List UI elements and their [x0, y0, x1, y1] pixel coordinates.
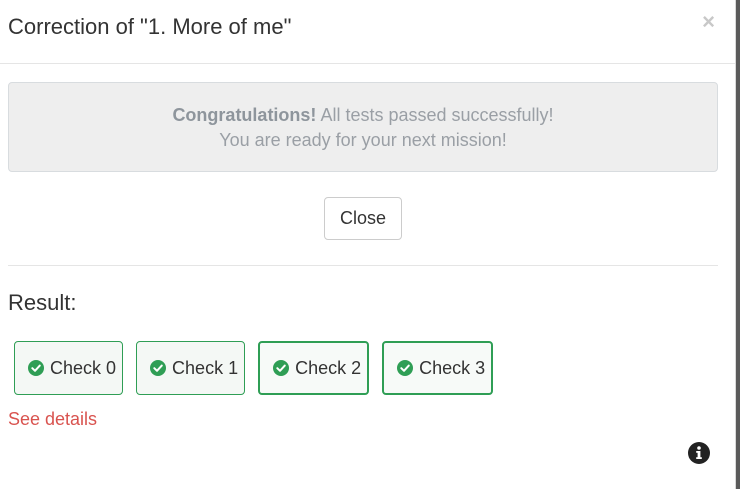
alert-strong: Congratulations! — [172, 105, 317, 125]
check-label: Check 2 — [295, 357, 362, 378]
alert-line-1: Congratulations! All tests passed succes… — [9, 103, 717, 128]
check-0-badge[interactable]: Check 0 — [14, 341, 124, 395]
modal-title: Correction of "1. More of me" — [8, 14, 292, 39]
check-label: Check 3 — [419, 357, 486, 378]
info-circle-icon[interactable] — [688, 442, 710, 464]
window-edge — [736, 0, 740, 489]
alert-line-2: You are ready for your next mission! — [219, 130, 507, 150]
check-circle-icon — [273, 360, 290, 376]
modal-header: Correction of "1. More of me" × — [0, 0, 735, 64]
result-heading: Result: — [8, 290, 77, 315]
alert-line1-text: All tests passed successfully! — [316, 105, 554, 125]
check-circle-icon — [150, 360, 167, 376]
close-icon[interactable]: × — [702, 8, 715, 36]
check-label: Check 1 — [172, 357, 239, 378]
check-3-badge[interactable]: Check 3 — [382, 341, 494, 395]
check-2-badge[interactable]: Check 2 — [258, 341, 370, 395]
check-1-badge[interactable]: Check 1 — [136, 341, 246, 395]
close-button[interactable]: Close — [324, 197, 402, 240]
check-list: Check 0 Check 1 Check 2 Check 3 — [14, 341, 494, 395]
check-label: Check 0 — [50, 357, 117, 378]
check-circle-icon — [397, 360, 414, 376]
check-circle-icon — [28, 360, 44, 376]
divider — [8, 265, 718, 266]
see-details-link[interactable]: See details — [8, 409, 97, 430]
success-alert: Congratulations! All tests passed succes… — [8, 82, 718, 172]
correction-modal: Correction of "1. More of me" × Congratu… — [0, 0, 736, 489]
